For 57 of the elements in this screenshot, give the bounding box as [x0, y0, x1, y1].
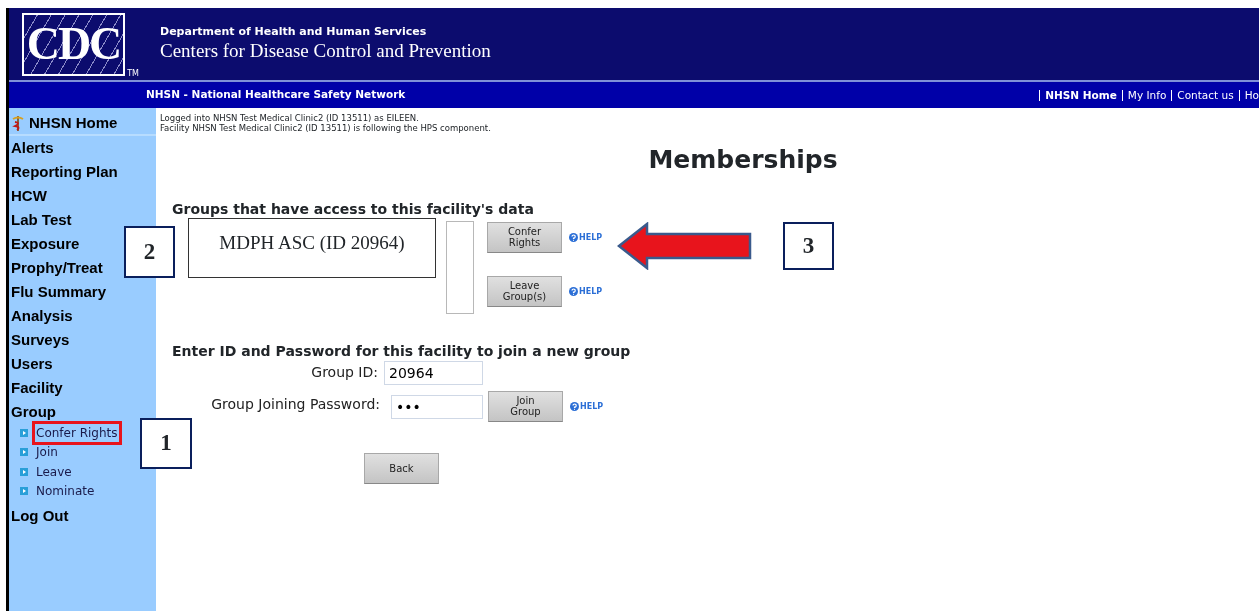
help-link[interactable]: HELP — [579, 231, 603, 244]
sidebar-item[interactable]: Alerts — [9, 136, 54, 160]
sidebar-item[interactable]: Facility — [9, 376, 63, 400]
field-label: Group Joining Password: — [210, 394, 380, 414]
status-text: Logged into NHSN Test Medical Clinic2 (ID 13511) as EILEEN. — [160, 113, 420, 123]
callout-box: MDPH ASC (ID 20964) — [188, 218, 436, 278]
bullet-square-icon — [20, 428, 28, 437]
join-group-button[interactable]: Join Group — [488, 390, 563, 422]
section-heading: Enter ID and Password for this facility to join a new group — [171, 342, 632, 360]
help-link[interactable]: HELP — [579, 285, 603, 298]
action-button[interactable]: Leave Group(s) — [487, 275, 562, 307]
group-id-field[interactable]: 20964 — [384, 360, 483, 385]
network-title: NHSN - National Healthcare Safety Network — [146, 87, 406, 103]
bullet-square-icon — [20, 487, 28, 496]
bullet-square-icon — [20, 448, 28, 457]
logo-text: CDC — [26, 21, 121, 67]
help-icon — [569, 287, 578, 297]
step-number: 1 — [140, 418, 192, 469]
agency-name: Centers for Disease Control and Prevention — [160, 40, 491, 62]
sidebar-item[interactable]: Surveys — [9, 328, 70, 352]
trademark-mark: TM — [127, 67, 139, 80]
step-number: 2 — [124, 226, 175, 278]
sidebar-subitem[interactable]: Leave — [36, 464, 72, 479]
top-nav-link[interactable]: NHSN Home — [1039, 89, 1122, 101]
page-title: Memberships — [647, 145, 839, 175]
caduceus-icon — [12, 115, 24, 131]
password-field[interactable]: ••• — [391, 394, 483, 419]
sidebar-item[interactable]: Analysis — [9, 304, 73, 328]
sidebar-item[interactable]: Group — [9, 400, 56, 424]
top-nav-link[interactable]: My Info — [1121, 89, 1172, 101]
department-name: Department of Health and Human Services — [160, 24, 428, 41]
help-link[interactable]: HELP — [580, 400, 604, 413]
section-heading: Groups that have access to this facility's data — [171, 201, 535, 218]
sidebar-item[interactable]: Log Out — [9, 504, 69, 528]
sidebar-item[interactable]: Flu Summary — [9, 280, 107, 304]
field-label: Group ID: — [310, 363, 378, 383]
sidebar-subitem[interactable]: Nominate — [36, 484, 95, 499]
sidebar-home-label: NHSN Home — [29, 112, 118, 133]
sidebar-item[interactable]: HCW — [9, 184, 47, 208]
help-icon — [570, 402, 579, 412]
bullet-square-icon — [20, 467, 28, 476]
sidebar-item[interactable]: Reporting Plan — [9, 160, 118, 184]
sidebar-subitem[interactable]: Join — [36, 445, 58, 460]
sidebar-item[interactable]: Prophy/Treat — [9, 256, 103, 280]
sidebar-item[interactable]: Lab Test — [9, 208, 72, 232]
sidebar-home-link[interactable]: NHSN Home — [9, 112, 156, 136]
status-text: Facility NHSN Test Medical Clinic2 (ID 13511) is following the HPS component. — [160, 123, 492, 133]
sidebar-item[interactable]: Users — [9, 352, 53, 376]
back-button[interactable]: Back — [364, 452, 439, 484]
step-number: 3 — [783, 222, 834, 270]
help-icon — [569, 233, 578, 243]
group-list-box[interactable] — [446, 220, 474, 314]
sidebar-item[interactable]: Exposure — [9, 232, 80, 256]
action-button[interactable]: Confer Rights — [487, 221, 562, 253]
top-nav-link[interactable]: Contact us — [1171, 89, 1239, 101]
sidebar-subitem[interactable]: Confer Rights — [36, 425, 118, 440]
top-nav-link[interactable]: Ho — [1238, 89, 1259, 101]
